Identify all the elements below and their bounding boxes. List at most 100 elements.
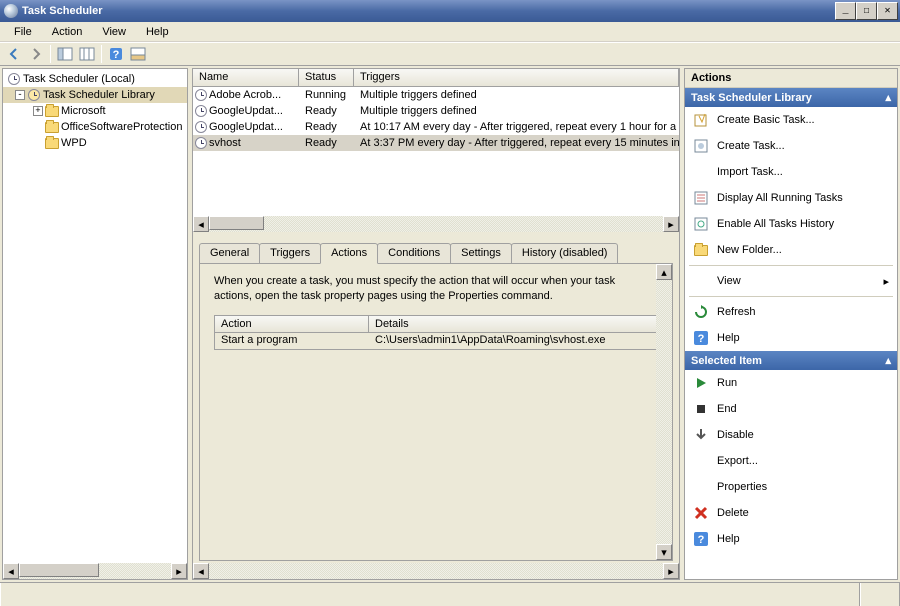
- action-new-folder[interactable]: New Folder...: [685, 237, 897, 263]
- tree-item-wpd[interactable]: WPD: [3, 135, 187, 151]
- action-label: Display All Running Tasks: [717, 192, 889, 204]
- clock-icon: [195, 137, 207, 149]
- scroll-up-icon[interactable]: ▴: [656, 264, 672, 280]
- scroll-left-icon[interactable]: ◂: [193, 216, 209, 232]
- action-display-all-running-tasks[interactable]: Display All Running Tasks: [685, 185, 897, 211]
- action-export[interactable]: Export...: [685, 448, 897, 474]
- task-row[interactable]: svhostReadyAt 3:37 PM every day - After …: [193, 135, 679, 151]
- scroll-right-icon[interactable]: ▸: [663, 563, 679, 579]
- actions-description: When you create a task, you must specify…: [214, 274, 658, 305]
- tree-hscrollbar[interactable]: ◂ ▸: [3, 563, 187, 579]
- menu-view[interactable]: View: [92, 24, 136, 40]
- tab-content-actions: When you create a task, you must specify…: [199, 263, 673, 561]
- run-icon: [693, 375, 709, 391]
- section-library[interactable]: Task Scheduler Library ▴: [685, 88, 897, 107]
- tree-item-microsoft[interactable]: + Microsoft: [3, 103, 187, 119]
- maximize-button[interactable]: ☐: [856, 2, 877, 20]
- tab-triggers[interactable]: Triggers: [259, 243, 321, 263]
- close-button[interactable]: ✕: [877, 2, 898, 20]
- action-label: New Folder...: [717, 244, 889, 256]
- expander-minus-icon[interactable]: -: [15, 90, 25, 100]
- svg-text:?: ?: [698, 333, 705, 345]
- help-icon: ?: [693, 531, 709, 547]
- clock-icon: [195, 105, 207, 117]
- action-help[interactable]: ? Help: [685, 526, 897, 552]
- menu-file[interactable]: File: [4, 24, 42, 40]
- back-button[interactable]: [4, 44, 24, 64]
- tab-conditions[interactable]: Conditions: [377, 243, 451, 263]
- task-triggers: Multiple triggers defined: [354, 89, 679, 101]
- details-vscrollbar[interactable]: ▴ ▾: [656, 264, 672, 560]
- col-details[interactable]: Details: [369, 316, 657, 332]
- toolbar-columns-icon[interactable]: [77, 44, 97, 64]
- svg-text:?: ?: [698, 534, 705, 546]
- action-label: End: [717, 403, 889, 415]
- task-list: Name Status Triggers Adobe Acrob...Runni…: [193, 69, 679, 232]
- list-hscrollbar[interactable]: ◂ ▸: [193, 216, 679, 232]
- scroll-left-icon[interactable]: ◂: [193, 563, 209, 579]
- action-end[interactable]: End: [685, 396, 897, 422]
- action-label: Properties: [717, 481, 889, 493]
- col-action[interactable]: Action: [215, 316, 369, 332]
- minimize-button[interactable]: _: [835, 2, 856, 20]
- action-label: Help: [717, 533, 889, 545]
- actions-table-row[interactable]: Start a program C:\Users\admin1\AppData\…: [215, 333, 657, 349]
- tree-library[interactable]: - Task Scheduler Library: [3, 87, 187, 103]
- section-selected[interactable]: Selected Item ▴: [685, 351, 897, 370]
- folder-icon: [45, 104, 59, 118]
- scroll-right-icon[interactable]: ▸: [663, 216, 679, 232]
- col-name[interactable]: Name: [193, 69, 299, 86]
- toolbar-panes-icon[interactable]: [55, 44, 75, 64]
- action-label: Enable All Tasks History: [717, 218, 889, 230]
- action-view[interactable]: View▸: [685, 268, 897, 294]
- scroll-right-icon[interactable]: ▸: [171, 563, 187, 579]
- center-pane: Name Status Triggers Adobe Acrob...Runni…: [192, 68, 680, 580]
- center-hscrollbar[interactable]: ◂ ▸: [193, 563, 679, 579]
- menu-action[interactable]: Action: [42, 24, 93, 40]
- toolbar-preview-icon[interactable]: [128, 44, 148, 64]
- task-row[interactable]: GoogleUpdat...ReadyMultiple triggers def…: [193, 103, 679, 119]
- none-icon: [693, 164, 709, 180]
- tree-root-label: Task Scheduler (Local): [23, 73, 135, 85]
- tab-history-disabled-[interactable]: History (disabled): [511, 243, 619, 263]
- action-delete[interactable]: Delete: [685, 500, 897, 526]
- action-label: Run: [717, 377, 889, 389]
- action-label: Refresh: [717, 306, 889, 318]
- action-run[interactable]: Run: [685, 370, 897, 396]
- tree-item-office[interactable]: OfficeSoftwareProtection: [3, 119, 187, 135]
- scroll-down-icon[interactable]: ▾: [656, 544, 672, 560]
- clock-icon: [7, 72, 21, 86]
- task-name: svhost: [209, 137, 241, 149]
- action-properties[interactable]: Properties: [685, 474, 897, 500]
- task-name: GoogleUpdat...: [209, 105, 283, 117]
- action-help[interactable]: ?Help: [685, 325, 897, 351]
- action-create-task[interactable]: Create Task...: [685, 133, 897, 159]
- scroll-left-icon[interactable]: ◂: [3, 563, 19, 579]
- tab-actions[interactable]: Actions: [320, 243, 378, 264]
- forward-button[interactable]: [26, 44, 46, 64]
- menubar: File Action View Help: [0, 22, 900, 42]
- action-import-task[interactable]: Import Task...: [685, 159, 897, 185]
- tab-settings[interactable]: Settings: [450, 243, 512, 263]
- tab-general[interactable]: General: [199, 243, 260, 263]
- task-triggers: At 3:37 PM every day - After triggered, …: [354, 137, 679, 149]
- expander-plus-icon[interactable]: +: [33, 106, 43, 116]
- action-label: Create Basic Task...: [717, 114, 889, 126]
- task-row[interactable]: GoogleUpdat...ReadyAt 10:17 AM every day…: [193, 119, 679, 135]
- toolbar-help-icon[interactable]: ?: [106, 44, 126, 64]
- end-icon: [693, 401, 709, 417]
- col-triggers[interactable]: Triggers: [354, 69, 679, 86]
- menu-help[interactable]: Help: [136, 24, 179, 40]
- action-enable-all-tasks-history[interactable]: Enable All Tasks History: [685, 211, 897, 237]
- action-create-basic-task[interactable]: Create Basic Task...: [685, 107, 897, 133]
- action-label: Import Task...: [717, 166, 889, 178]
- action-disable[interactable]: Disable: [685, 422, 897, 448]
- tree-root[interactable]: Task Scheduler (Local): [3, 71, 187, 87]
- section-selected-label: Selected Item: [691, 355, 762, 367]
- col-status[interactable]: Status: [299, 69, 354, 86]
- details-area: GeneralTriggersActionsConditionsSettings…: [193, 232, 679, 563]
- task-row[interactable]: Adobe Acrob...RunningMultiple triggers d…: [193, 87, 679, 103]
- section-library-label: Task Scheduler Library: [691, 92, 812, 104]
- action-refresh[interactable]: Refresh: [685, 299, 897, 325]
- refresh-icon: [693, 304, 709, 320]
